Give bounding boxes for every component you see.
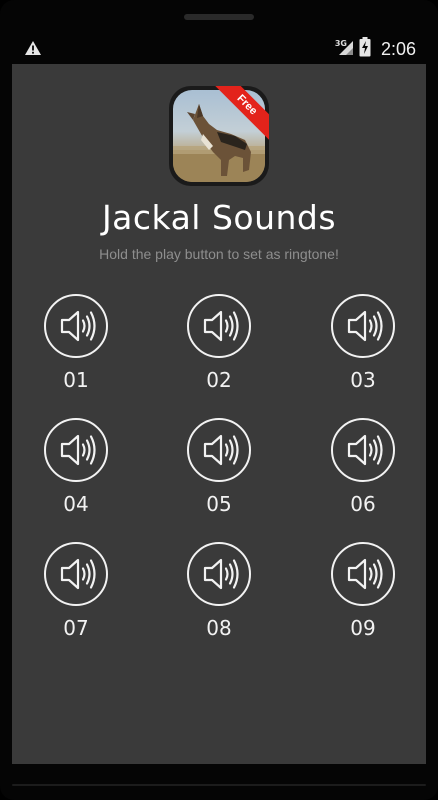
sound-label: 08 xyxy=(206,616,232,640)
earpiece-speaker xyxy=(184,14,254,20)
sound-label: 02 xyxy=(206,368,232,392)
sound-button-09[interactable]: 09 xyxy=(313,542,413,652)
sound-button-08[interactable]: 08 xyxy=(169,542,269,652)
sound-button-03[interactable]: 03 xyxy=(313,294,413,404)
sound-button-04[interactable]: 04 xyxy=(26,418,126,528)
speaker-volume-icon[interactable] xyxy=(187,418,251,482)
sound-button-06[interactable]: 06 xyxy=(313,418,413,528)
speaker-volume-icon[interactable] xyxy=(187,542,251,606)
sound-button-01[interactable]: 01 xyxy=(26,294,126,404)
sound-button-07[interactable]: 07 xyxy=(26,542,126,652)
sound-label: 06 xyxy=(350,492,376,516)
speaker-volume-icon[interactable] xyxy=(44,294,108,358)
sound-label: 04 xyxy=(63,492,89,516)
speaker-volume-icon[interactable] xyxy=(331,542,395,606)
bottom-divider xyxy=(12,784,426,786)
battery-charging-icon xyxy=(359,36,371,62)
jackal-app-icon: Free xyxy=(169,86,269,186)
sound-label: 09 xyxy=(350,616,376,640)
status-indicators: 3G 2:06 xyxy=(334,36,416,62)
sound-button-02[interactable]: 02 xyxy=(169,294,269,404)
sound-button-05[interactable]: 05 xyxy=(169,418,269,528)
sound-label: 03 xyxy=(350,368,376,392)
speaker-volume-icon[interactable] xyxy=(187,294,251,358)
warning-triangle-icon xyxy=(24,40,42,56)
sound-label: 01 xyxy=(63,368,89,392)
phone-device: 3G 2:06 Free Jackal Sounds Hold the play… xyxy=(0,0,438,800)
speaker-volume-icon[interactable] xyxy=(44,418,108,482)
clock-time: 2:06 xyxy=(380,38,416,59)
page-subtitle: Hold the play button to set as ringtone! xyxy=(99,246,339,262)
sound-label: 07 xyxy=(63,616,89,640)
page-title: Jackal Sounds xyxy=(101,198,337,237)
app-screen: Free Jackal Sounds Hold the play button … xyxy=(12,64,426,764)
speaker-volume-icon[interactable] xyxy=(331,418,395,482)
status-bar: 3G 2:06 xyxy=(12,34,426,64)
speaker-volume-icon[interactable] xyxy=(44,542,108,606)
network-type-label: 3G xyxy=(334,38,347,48)
bottom-bezel xyxy=(0,764,438,800)
speaker-volume-icon[interactable] xyxy=(331,294,395,358)
sound-label: 05 xyxy=(206,492,232,516)
